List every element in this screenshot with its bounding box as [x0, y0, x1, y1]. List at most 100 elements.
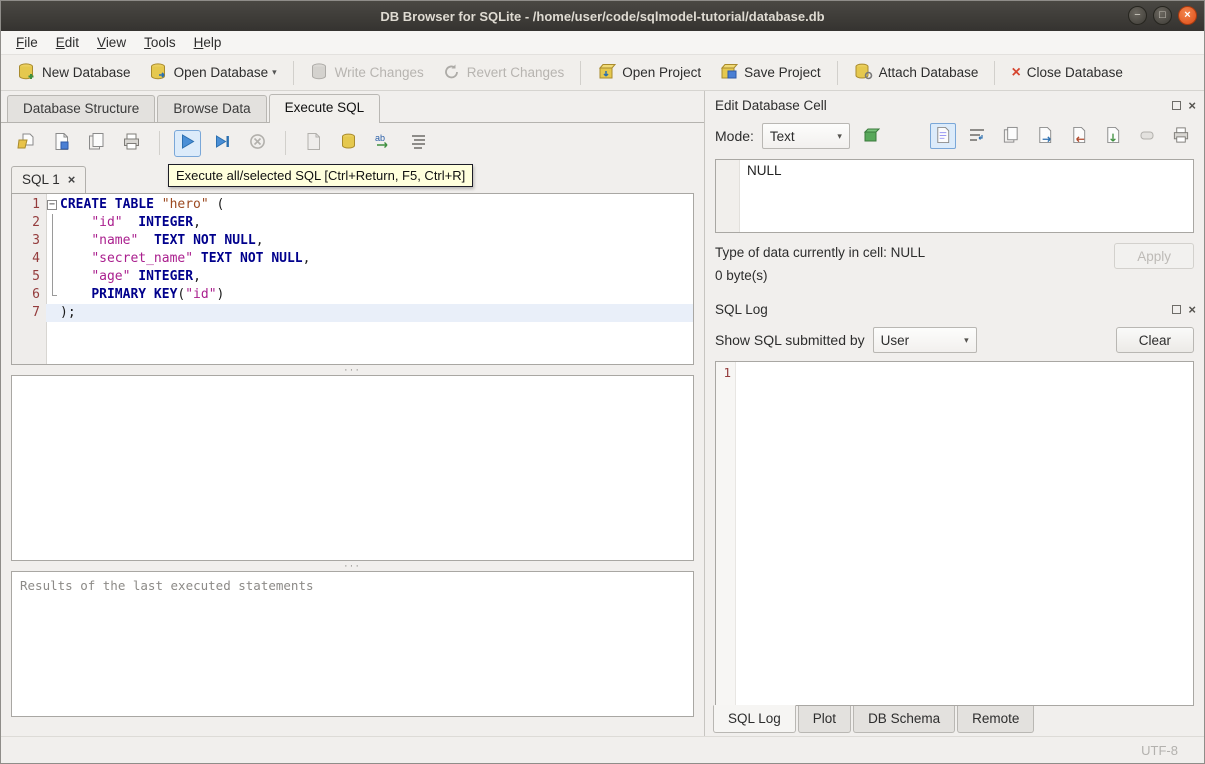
dock-float-icon[interactable]: [1172, 304, 1182, 314]
print-cell-button[interactable]: [1168, 123, 1194, 149]
open-project-button[interactable]: Open Project: [589, 58, 709, 88]
edit-cell-controls: Mode: Text ▾: [705, 117, 1204, 155]
stop-button[interactable]: [244, 130, 271, 157]
sql-doc-tab-close-icon[interactable]: ×: [68, 173, 76, 186]
dock-float-icon[interactable]: [1172, 100, 1182, 110]
copy-icon: [1002, 126, 1020, 147]
sql-log-filter-select[interactable]: User ▾: [872, 327, 977, 353]
attach-database-button[interactable]: Attach Database: [846, 58, 987, 88]
export-cell-button[interactable]: [1100, 123, 1126, 149]
tab-database-structure[interactable]: Database Structure: [7, 95, 156, 122]
close-database-button[interactable]: × Close Database: [1003, 61, 1130, 85]
save-project-button[interactable]: Save Project: [711, 58, 829, 88]
sql-log-dock-title: SQL Log ×: [705, 295, 1204, 321]
edit-cell-title: Edit Database Cell: [715, 97, 827, 113]
cell-editor-gutter: [716, 160, 740, 232]
sql-log-area[interactable]: 1: [715, 361, 1194, 706]
execute-play-icon: [179, 133, 196, 153]
find-replace-button[interactable]: ab: [370, 130, 397, 157]
sql-editor[interactable]: 1− CREATE TABLE "hero" (2 "id" INTEGER, 3 …: [11, 193, 694, 365]
sql-code-line[interactable]: 3 "name" TEXT NOT NULL,: [12, 232, 693, 250]
menu-file[interactable]: File: [7, 33, 47, 52]
save-sql-as-button[interactable]: [83, 130, 110, 157]
fold-toggle-icon[interactable]: −: [46, 196, 60, 214]
execute-line-button[interactable]: [209, 130, 236, 157]
sql-code-line[interactable]: 4 "secret_name" TEXT NOT NULL,: [12, 250, 693, 268]
auto-switch-mode-button[interactable]: [858, 123, 884, 149]
line-number: 6: [32, 287, 40, 302]
clear-button[interactable]: Clear: [1115, 327, 1194, 353]
print-sql-button[interactable]: [118, 130, 145, 157]
results-message-pane[interactable]: Results of the last executed statements: [11, 571, 694, 717]
encoding-indicator[interactable]: UTF-8: [1141, 743, 1178, 758]
write-changes-button[interactable]: Write Changes: [302, 58, 432, 88]
sql-log-title: SQL Log: [715, 301, 768, 317]
close-button[interactable]: ×: [1178, 6, 1197, 25]
format-sql-button[interactable]: [405, 130, 432, 157]
save-results-button[interactable]: [335, 130, 362, 157]
import-icon: [1070, 126, 1088, 147]
chevron-down-icon: ▾: [837, 130, 842, 141]
set-null-button[interactable]: [1134, 123, 1160, 149]
cell-size-info: 0 byte(s): [715, 268, 768, 283]
dock-close-icon[interactable]: ×: [1188, 303, 1196, 316]
import-cell-button[interactable]: [1066, 123, 1092, 149]
auto-switch-mode-icon: [862, 126, 881, 147]
save-sql-as-icon: [87, 132, 106, 154]
toolbar-separator: [836, 60, 838, 85]
cell-info-block: Type of data currently in cell: NULL 0 b…: [705, 239, 1204, 295]
tab-plot[interactable]: Plot: [797, 706, 852, 733]
sql-code-line[interactable]: 7);: [12, 304, 693, 322]
bottom-tab-bar: SQL Log Plot DB Schema Remote: [705, 705, 1204, 736]
write-changes-icon: [310, 62, 329, 84]
toolbar-separator: [994, 60, 996, 85]
menu-tools[interactable]: Tools: [135, 33, 185, 52]
open-database-dropdown-icon[interactable]: ▾: [272, 67, 277, 78]
open-sql-file-button[interactable]: [13, 130, 40, 157]
toolbar-separator: [292, 60, 294, 85]
tab-execute-sql[interactable]: Execute SQL: [268, 94, 381, 123]
sql-code-line[interactable]: 1− CREATE TABLE "hero" (: [12, 196, 693, 214]
execute-all-button[interactable]: [174, 129, 201, 157]
editor-grid-splitter[interactable]: ···: [1, 365, 704, 376]
sql-code-line[interactable]: 2 "id" INTEGER,: [12, 214, 693, 232]
mode-select[interactable]: Text ▾: [761, 123, 850, 149]
sql-doc-tab[interactable]: SQL 1 ×: [11, 166, 87, 193]
revert-changes-button[interactable]: Revert Changes: [434, 58, 573, 88]
line-number: 1: [32, 197, 40, 212]
word-wrap-button[interactable]: [964, 123, 990, 149]
open-database-button[interactable]: Open Database ▾: [141, 58, 285, 88]
export-results-button[interactable]: [300, 130, 327, 157]
grid-results-splitter[interactable]: ···: [1, 561, 704, 572]
apply-button[interactable]: Apply: [1114, 243, 1194, 269]
maximize-button[interactable]: □: [1153, 6, 1172, 25]
new-database-button[interactable]: New Database: [9, 58, 139, 88]
close-database-icon: ×: [1011, 63, 1021, 81]
paste-cell-button[interactable]: [1032, 123, 1058, 149]
results-grid[interactable]: [11, 375, 694, 561]
menu-edit[interactable]: Edit: [47, 33, 88, 52]
menu-view[interactable]: View: [88, 33, 135, 52]
tab-remote[interactable]: Remote: [957, 706, 1035, 733]
line-number: 2: [32, 215, 40, 230]
find-replace-icon: ab: [374, 132, 393, 154]
execute-line-icon: [214, 133, 231, 153]
sql-code-line[interactable]: 6 PRIMARY KEY("id"): [12, 286, 693, 304]
code-text: "secret_name" TEXT NOT NULL,: [91, 251, 311, 266]
tab-sql-log[interactable]: SQL Log: [713, 705, 796, 733]
save-project-icon: [719, 62, 739, 84]
tab-browse-data[interactable]: Browse Data: [157, 95, 267, 122]
text-mode-button[interactable]: [930, 123, 956, 149]
copy-cell-button[interactable]: [998, 123, 1024, 149]
minimize-button[interactable]: −: [1128, 6, 1147, 25]
fold-column: [46, 286, 60, 304]
title-bar[interactable]: DB Browser for SQLite - /home/user/code/…: [1, 1, 1204, 31]
tab-db-schema[interactable]: DB Schema: [853, 706, 956, 733]
cell-editor[interactable]: NULL: [715, 159, 1194, 233]
window-controls: − □ ×: [1128, 6, 1197, 25]
sql-code-line[interactable]: 5 "age" INTEGER,: [12, 268, 693, 286]
menu-help[interactable]: Help: [185, 33, 231, 52]
open-sql-file-icon: [17, 132, 36, 154]
dock-close-icon[interactable]: ×: [1188, 99, 1196, 112]
save-sql-file-button[interactable]: [48, 130, 75, 157]
